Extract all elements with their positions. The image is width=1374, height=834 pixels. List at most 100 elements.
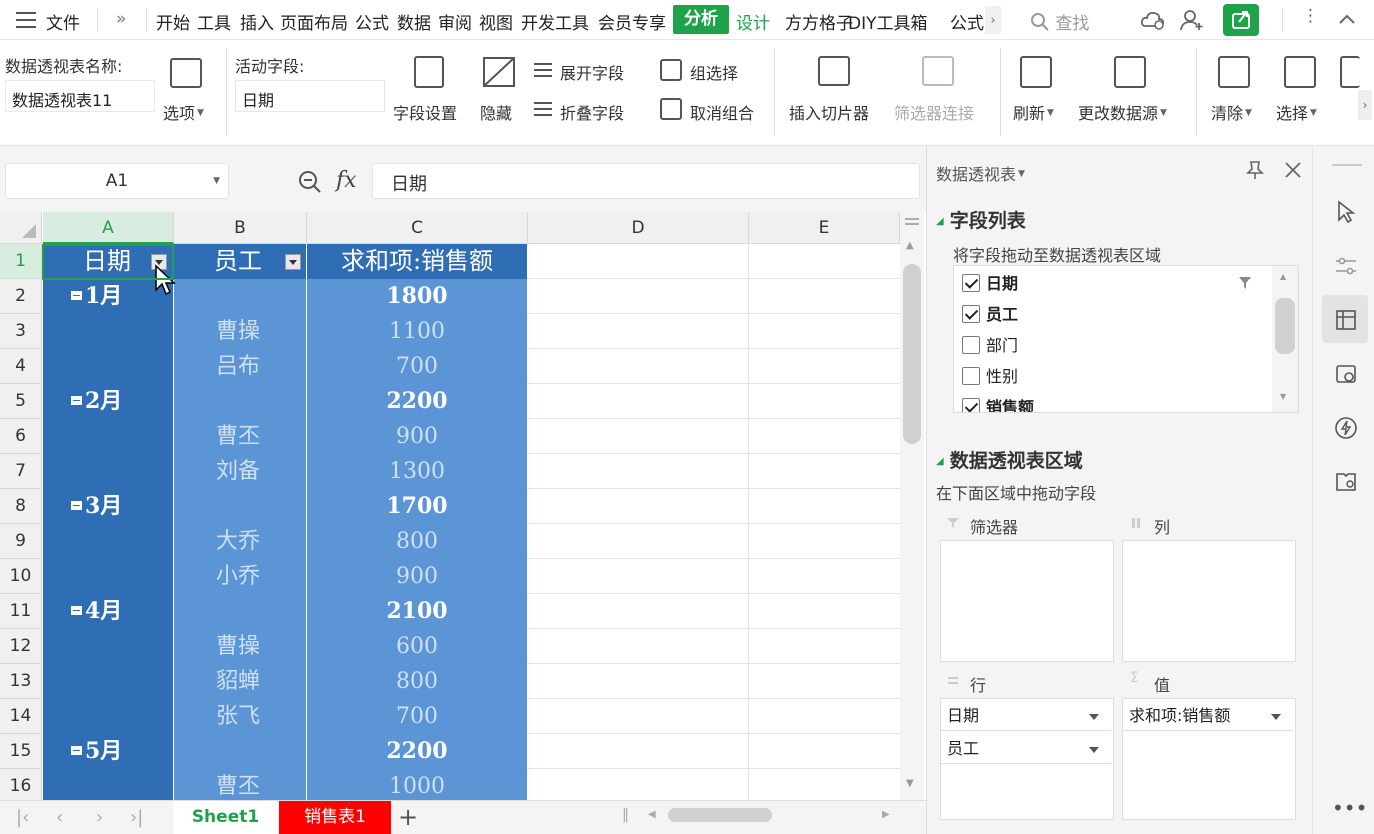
book-search-icon[interactable]: [1334, 470, 1358, 494]
pivot-cell-date[interactable]: [43, 629, 173, 664]
row-header[interactable]: 8: [0, 489, 42, 524]
column-header-a[interactable]: A: [43, 212, 174, 244]
pivot-cell-employee[interactable]: [174, 594, 306, 629]
tab-analyze[interactable]: 分析: [673, 5, 729, 34]
scroll-left-icon[interactable]: ◀: [648, 809, 656, 820]
active-field-input[interactable]: 日期: [235, 80, 385, 112]
pivot-cell-date[interactable]: [43, 559, 173, 594]
pivot-cell-date[interactable]: [43, 454, 173, 489]
sheet-tab-sheet1[interactable]: Sheet1: [173, 801, 278, 834]
kebab-menu-icon[interactable]: ⋮: [1302, 6, 1319, 26]
image-tool-icon[interactable]: [1334, 362, 1358, 386]
move-pivot-icon[interactable]: [1340, 56, 1360, 88]
collapse-group-icon[interactable]: [71, 606, 82, 615]
tabs-scroll-right-icon[interactable]: ›: [985, 6, 1001, 34]
pivot-cell-employee[interactable]: 曹操: [174, 314, 306, 349]
settings-sliders-icon[interactable]: [1334, 254, 1358, 278]
checkbox-checked-icon[interactable]: [962, 274, 980, 292]
checkbox-checked-icon[interactable]: [962, 398, 980, 412]
tab-review[interactable]: 审阅: [438, 9, 472, 34]
name-box-dropdown-icon[interactable]: ▼: [213, 164, 220, 198]
checkbox-icon[interactable]: [962, 367, 980, 385]
collapse-ribbon-icon[interactable]: [1338, 12, 1356, 26]
field-item[interactable]: 销售额: [962, 394, 1034, 412]
pivot-cell-date[interactable]: 4月: [43, 594, 173, 629]
select-button[interactable]: 选择 ▼: [1276, 100, 1317, 124]
tab-formula[interactable]: 公式: [355, 9, 389, 34]
values-area[interactable]: 求和项:销售额: [1122, 698, 1296, 820]
pivot-cell-date[interactable]: [43, 524, 173, 559]
pivot-cell-employee[interactable]: [174, 734, 306, 769]
menu-icon[interactable]: [16, 12, 36, 28]
rows-area[interactable]: 日期 员工: [940, 698, 1114, 820]
lightning-icon[interactable]: [1334, 416, 1358, 440]
row-header[interactable]: 3: [0, 314, 42, 349]
more-icon[interactable]: »: [116, 9, 126, 29]
pivot-cell-sales[interactable]: 700: [307, 349, 527, 384]
row-header[interactable]: 11: [0, 594, 42, 629]
vertical-scroll-thumb[interactable]: [903, 264, 921, 444]
pivot-cell-employee[interactable]: 张飞: [174, 699, 306, 734]
share-button[interactable]: [1223, 4, 1259, 36]
field-item[interactable]: 性别: [962, 363, 1018, 391]
tab-data[interactable]: 数据: [397, 9, 431, 34]
row-header[interactable]: 13: [0, 664, 42, 699]
add-user-icon[interactable]: [1180, 9, 1204, 31]
pivot-cell-sales[interactable]: 2200: [307, 734, 527, 769]
row-header[interactable]: 1: [0, 244, 42, 279]
cloud-icon[interactable]: [1140, 9, 1166, 31]
add-sheet-button[interactable]: +: [398, 803, 418, 831]
scroll-right-icon[interactable]: ▶: [882, 809, 890, 820]
pivot-cell-employee[interactable]: 曹操: [174, 629, 306, 664]
tab-developer[interactable]: 开发工具: [521, 9, 589, 34]
dropdown-icon[interactable]: [1271, 714, 1281, 720]
tab-ffgz[interactable]: 方方格子: [785, 9, 853, 34]
columns-area[interactable]: [1122, 540, 1296, 662]
collapse-group-icon[interactable]: [71, 396, 82, 405]
pivot-cell-employee[interactable]: [174, 489, 306, 524]
first-sheet-icon[interactable]: |‹: [16, 807, 29, 828]
scroll-up-icon[interactable]: ▲: [906, 240, 914, 251]
options-button[interactable]: 选项 ▼: [163, 100, 204, 124]
pin-icon[interactable]: [1246, 160, 1264, 180]
row-header[interactable]: 10: [0, 559, 42, 594]
collapse-group-icon[interactable]: [71, 746, 82, 755]
row-header[interactable]: 14: [0, 699, 42, 734]
pivot-cell-date[interactable]: 3月: [43, 489, 173, 524]
pivot-cell-employee[interactable]: 吕布: [174, 349, 306, 384]
field-settings-button[interactable]: 字段设置: [393, 100, 457, 124]
field-item[interactable]: 日期: [962, 270, 1018, 298]
dropdown-icon[interactable]: [1089, 747, 1099, 753]
pivot-cell-date[interactable]: [43, 699, 173, 734]
tab-view[interactable]: 视图: [479, 9, 513, 34]
row-header[interactable]: 7: [0, 454, 42, 489]
search-box[interactable]: 查找: [1030, 9, 1089, 34]
pivot-cell-employee[interactable]: 大乔: [174, 524, 306, 559]
dropdown-icon[interactable]: [1089, 714, 1099, 720]
pivot-cell-sales[interactable]: 1700: [307, 489, 527, 524]
pivot-cell-employee[interactable]: 貂蝉: [174, 664, 306, 699]
change-source-button[interactable]: 更改数据源 ▼: [1078, 100, 1167, 124]
last-sheet-icon[interactable]: ›|: [130, 807, 143, 828]
ribbon-scroll-right-icon[interactable]: ›: [1358, 90, 1372, 120]
collapse-group-icon[interactable]: [71, 501, 82, 510]
pivot-cell-sales[interactable]: 800: [307, 524, 527, 559]
value-field-sum-sales[interactable]: 求和项:销售额: [1123, 701, 1293, 731]
filter-area[interactable]: [940, 540, 1114, 662]
column-header-c[interactable]: C: [307, 212, 528, 244]
field-list-section[interactable]: ◢ 字段列表: [936, 206, 1026, 233]
pivot-cell-sales[interactable]: 1100: [307, 314, 527, 349]
row-field-date[interactable]: 日期: [941, 701, 1111, 731]
formula-input[interactable]: 日期: [372, 163, 920, 199]
pivot-cell-employee[interactable]: 刘备: [174, 454, 306, 489]
employee-filter-dropdown-icon[interactable]: [285, 254, 301, 270]
column-header-d[interactable]: D: [528, 212, 749, 244]
pivot-cell-sales[interactable]: 1000: [307, 769, 527, 800]
row-header[interactable]: 4: [0, 349, 42, 384]
scroll-down-icon[interactable]: ▼: [906, 778, 914, 789]
tab-formula-2[interactable]: 公式: [950, 9, 984, 34]
horizontal-scroll-thumb[interactable]: [668, 808, 772, 822]
group-selection-button[interactable]: 组选择: [690, 60, 738, 84]
refresh-button[interactable]: 刷新 ▼: [1013, 100, 1054, 124]
pivot-areas-section[interactable]: ◢ 数据透视表区域: [936, 446, 1083, 473]
